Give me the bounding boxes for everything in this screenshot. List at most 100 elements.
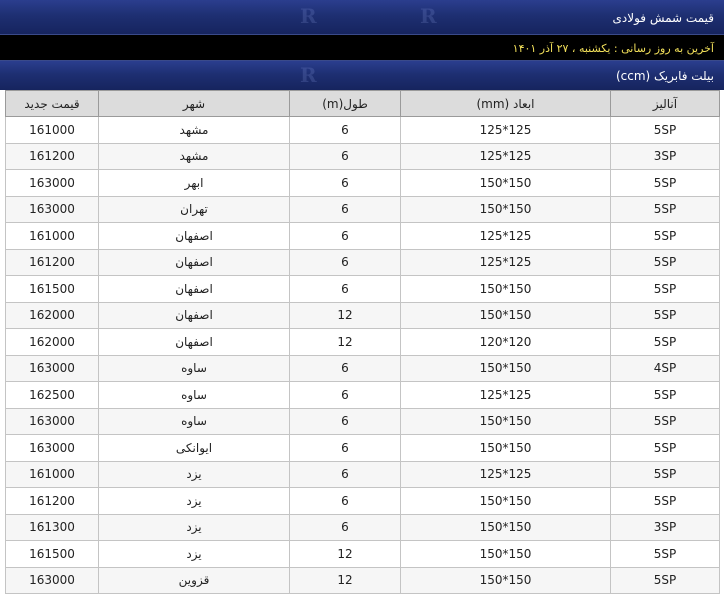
city-cell: اصفهان bbox=[98, 328, 290, 356]
dimensions-cell: 150*150 bbox=[400, 407, 611, 435]
length-cell: 12 bbox=[289, 301, 401, 329]
table-row: 5SP 150*150 6 تهران 163000 bbox=[5, 195, 720, 223]
price-cell: 162500 bbox=[5, 381, 99, 409]
table-row: 5SP 120*120 12 اصفهان 162000 bbox=[5, 328, 720, 356]
dimensions-cell: 150*150 bbox=[400, 301, 611, 329]
column-header-new-price: قیمت جدید bbox=[5, 90, 99, 117]
dimensions-cell: 150*150 bbox=[400, 195, 611, 223]
city-cell: قزوین bbox=[98, 566, 290, 594]
length-cell: 6 bbox=[289, 487, 401, 515]
background-decoration: R bbox=[420, 4, 439, 28]
length-cell: 6 bbox=[289, 460, 401, 488]
city-cell: مشهد bbox=[98, 116, 290, 144]
length-cell: 6 bbox=[289, 195, 401, 223]
city-cell: اصفهان bbox=[98, 248, 290, 276]
table-row: 4SP 150*150 6 ساوه 163000 bbox=[5, 354, 720, 382]
price-cell: 161200 bbox=[5, 248, 99, 276]
dimensions-cell: 150*150 bbox=[400, 487, 611, 515]
table-row: 5SP 150*150 6 ایوانکی 163000 bbox=[5, 434, 720, 462]
length-cell: 6 bbox=[289, 434, 401, 462]
table-header-row: آنالیز ابعاد (mm) طول(m) شهر قیمت جدید bbox=[5, 90, 720, 117]
price-cell: 161300 bbox=[5, 513, 99, 541]
price-cell: 162000 bbox=[5, 301, 99, 329]
analysis-cell: 5SP bbox=[610, 328, 720, 356]
dimensions-cell: 125*125 bbox=[400, 460, 611, 488]
city-cell: یزد bbox=[98, 540, 290, 568]
length-cell: 6 bbox=[289, 513, 401, 541]
city-cell: ایوانکی bbox=[98, 434, 290, 462]
price-cell: 161000 bbox=[5, 460, 99, 488]
length-cell: 6 bbox=[289, 381, 401, 409]
price-cell: 163000 bbox=[5, 169, 99, 197]
dimensions-cell: 125*125 bbox=[400, 248, 611, 276]
last-update-text: آخرین به روز رسانی : یکشنبه ، ۲۷ آذر ۱۴۰… bbox=[512, 42, 714, 55]
price-cell: 161200 bbox=[5, 487, 99, 515]
length-cell: 6 bbox=[289, 354, 401, 382]
dimensions-cell: 150*150 bbox=[400, 513, 611, 541]
analysis-cell: 5SP bbox=[610, 248, 720, 276]
table-row: 3SP 125*125 6 مشهد 161200 bbox=[5, 142, 720, 170]
dimensions-cell: 125*125 bbox=[400, 381, 611, 409]
price-cell: 161500 bbox=[5, 540, 99, 568]
length-cell: 6 bbox=[289, 169, 401, 197]
column-header-length: طول(m) bbox=[289, 90, 401, 117]
table-row: 5SP 125*125 6 ساوه 162500 bbox=[5, 381, 720, 409]
analysis-cell: 5SP bbox=[610, 460, 720, 488]
table-row: 5SP 150*150 12 قزوین 163000 bbox=[5, 566, 720, 594]
price-cell: 161000 bbox=[5, 222, 99, 250]
price-cell: 163000 bbox=[5, 195, 99, 223]
dimensions-cell: 150*150 bbox=[400, 540, 611, 568]
background-decoration: R bbox=[300, 4, 319, 28]
table-row: 5SP 150*150 6 ابهر 163000 bbox=[5, 169, 720, 197]
background-decoration: R bbox=[300, 63, 319, 87]
dimensions-cell: 125*125 bbox=[400, 116, 611, 144]
steel-price-panel: R R قیمت شمش فولادی آخرین به روز رسانی :… bbox=[0, 0, 724, 594]
table-row: 5SP 150*150 6 ساوه 163000 bbox=[5, 407, 720, 435]
analysis-cell: 5SP bbox=[610, 566, 720, 594]
analysis-cell: 5SP bbox=[610, 301, 720, 329]
length-cell: 6 bbox=[289, 248, 401, 276]
update-strip: آخرین به روز رسانی : یکشنبه ، ۲۷ آذر ۱۴۰… bbox=[0, 34, 724, 61]
city-cell: اصفهان bbox=[98, 222, 290, 250]
table-row: 5SP 150*150 6 یزد 161200 bbox=[5, 487, 720, 515]
analysis-cell: 5SP bbox=[610, 487, 720, 515]
city-cell: ساوه bbox=[98, 381, 290, 409]
table-row: 5SP 125*125 6 اصفهان 161000 bbox=[5, 222, 720, 250]
length-cell: 6 bbox=[289, 222, 401, 250]
city-cell: ساوه bbox=[98, 407, 290, 435]
analysis-cell: 5SP bbox=[610, 169, 720, 197]
length-cell: 12 bbox=[289, 328, 401, 356]
analysis-cell: 5SP bbox=[610, 540, 720, 568]
price-cell: 162000 bbox=[5, 328, 99, 356]
table-row: 5SP 150*150 6 اصفهان 161500 bbox=[5, 275, 720, 303]
city-cell: اصفهان bbox=[98, 275, 290, 303]
analysis-cell: 5SP bbox=[610, 275, 720, 303]
dimensions-cell: 125*125 bbox=[400, 222, 611, 250]
column-header-analysis: آنالیز bbox=[610, 90, 720, 117]
dimensions-cell: 150*150 bbox=[400, 169, 611, 197]
analysis-cell: 4SP bbox=[610, 354, 720, 382]
price-table: آنالیز ابعاد (mm) طول(m) شهر قیمت جدید 5… bbox=[5, 90, 720, 594]
city-cell: اصفهان bbox=[98, 301, 290, 329]
analysis-cell: 5SP bbox=[610, 434, 720, 462]
title-bar: R R قیمت شمش فولادی bbox=[0, 0, 724, 34]
dimensions-cell: 150*150 bbox=[400, 275, 611, 303]
table-row: 5SP 125*125 6 مشهد 161000 bbox=[5, 116, 720, 144]
column-header-dimensions: ابعاد (mm) bbox=[400, 90, 611, 117]
analysis-cell: 5SP bbox=[610, 407, 720, 435]
length-cell: 6 bbox=[289, 275, 401, 303]
city-cell: ابهر bbox=[98, 169, 290, 197]
column-header-city: شهر bbox=[98, 90, 290, 117]
analysis-cell: 5SP bbox=[610, 116, 720, 144]
price-cell: 163000 bbox=[5, 354, 99, 382]
city-cell: یزد bbox=[98, 487, 290, 515]
table-row: 3SP 150*150 6 یزد 161300 bbox=[5, 513, 720, 541]
dimensions-cell: 150*150 bbox=[400, 566, 611, 594]
section-title: بیلت فابریک (ccm) bbox=[615, 69, 714, 83]
city-cell: تهران bbox=[98, 195, 290, 223]
dimensions-cell: 120*120 bbox=[400, 328, 611, 356]
length-cell: 12 bbox=[289, 540, 401, 568]
analysis-cell: 5SP bbox=[610, 222, 720, 250]
table-row: 5SP 125*125 6 یزد 161000 bbox=[5, 460, 720, 488]
dimensions-cell: 125*125 bbox=[400, 142, 611, 170]
